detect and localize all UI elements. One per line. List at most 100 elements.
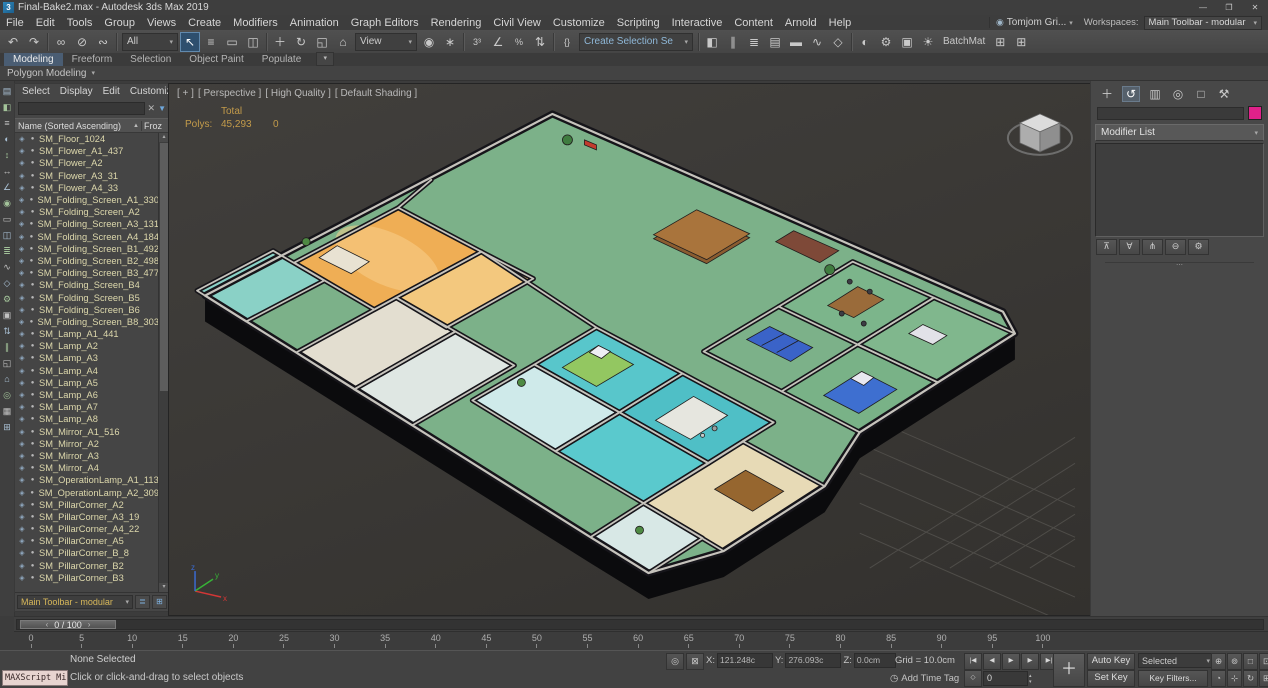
scene-object-row[interactable]: ◈ ● SM_Folding_Screen_B5 <box>15 291 159 303</box>
menu-item[interactable]: Help <box>823 17 858 29</box>
visibility-dot-icon[interactable]: ● <box>28 319 34 325</box>
set-key-button[interactable]: Set Key <box>1087 670 1135 687</box>
display-tab-icon[interactable]: □ <box>1193 87 1209 101</box>
scene-object-row[interactable]: ◈ ● SM_Flower_A1_437 <box>15 145 159 157</box>
utilities-tab-icon[interactable]: ⚒ <box>1216 87 1232 101</box>
visibility-dot-icon[interactable]: ● <box>29 429 36 435</box>
rectangular-selection-icon[interactable]: ▭ <box>222 32 242 52</box>
scene-object-row[interactable]: ◈ ● SM_PillarCorner_A2 <box>15 499 159 511</box>
key-mode-toggle-button[interactable]: ◇ <box>964 670 982 687</box>
next-frame-button[interactable]: ▶ <box>1021 653 1039 670</box>
isolate-selection-toggle[interactable]: ◎ <box>666 653 684 670</box>
user-account-menu[interactable]: ◉ Tomjom Gri... ▾ <box>989 17 1079 28</box>
visibility-dot-icon[interactable]: ● <box>29 441 36 447</box>
scene-object-row[interactable]: ◈ ● SM_PillarCorner_A5 <box>15 535 159 547</box>
named-selection-set-dropdown[interactable]: Create Selection Se ▾ <box>579 33 693 51</box>
toggle-layer-explorer-icon[interactable]: ▤ <box>765 32 785 52</box>
maximize-button[interactable]: ❐ <box>1216 1 1242 15</box>
scene-object-row[interactable]: ◈ ● SM_Flower_A3_31 <box>15 170 159 182</box>
dock-tool-icon[interactable]: ↕ <box>2 150 13 161</box>
unlink-selection-icon[interactable]: ⊘ <box>72 32 92 52</box>
visibility-dot-icon[interactable]: ● <box>29 307 36 313</box>
material-editor-icon[interactable]: ◐ <box>855 32 875 52</box>
maximize-viewport-toggle-icon[interactable]: ⊞ <box>1259 670 1268 687</box>
visibility-dot-icon[interactable]: ● <box>29 343 36 349</box>
close-button[interactable]: ✕ <box>1242 1 1268 15</box>
dock-tool-icon[interactable]: ⊞ <box>2 422 13 433</box>
explorer-workspace-dropdown[interactable]: Main Toolbar - modular ▾ <box>17 595 133 609</box>
auto-key-button[interactable]: Auto Key <box>1087 653 1135 670</box>
dock-tool-icon[interactable]: ▭ <box>2 214 13 225</box>
window-crossing-icon[interactable]: ◫ <box>243 32 263 52</box>
angle-snap-icon[interactable]: ∠ <box>488 32 508 52</box>
menu-item[interactable]: Edit <box>30 17 61 29</box>
menu-item[interactable]: Rendering <box>425 17 488 29</box>
visibility-dot-icon[interactable]: ● <box>29 282 36 288</box>
select-by-name-icon[interactable]: ≡ <box>201 32 221 52</box>
ribbon-collapse-icon[interactable]: ▾ <box>316 52 334 66</box>
scene-object-row[interactable]: ◈ ● SM_PillarCorner_A4_22 <box>15 523 159 535</box>
scene-object-row[interactable]: ◈ ● SM_Lamp_A5 <box>15 377 159 389</box>
scene-object-row[interactable]: ◈ ● SM_Flower_A2 <box>15 157 159 169</box>
time-slider[interactable]: ‹ 0 / 100 › <box>14 616 1268 632</box>
visibility-dot-icon[interactable]: ● <box>29 563 36 569</box>
menu-item[interactable]: Views <box>141 17 182 29</box>
scene-object-row[interactable]: ◈ ● SM_PillarCorner_B2 <box>15 560 159 572</box>
hierarchy-tab-icon[interactable]: ▥ <box>1147 87 1163 101</box>
key-filter-set-dropdown[interactable]: Selected ▾ <box>1138 653 1214 668</box>
menu-item[interactable]: Animation <box>284 17 345 29</box>
zoom-all-icon[interactable]: ⊚ <box>1227 653 1242 670</box>
current-frame-field[interactable]: 0 <box>983 671 1028 686</box>
scene-object-row[interactable]: ◈ ● SM_Lamp_A8 <box>15 413 159 425</box>
make-unique-icon[interactable]: ⋔ <box>1142 239 1163 255</box>
dock-tool-icon[interactable]: ◫ <box>2 230 13 241</box>
selection-lock-toggle[interactable]: ⊠ <box>686 653 704 670</box>
motion-tab-icon[interactable]: ◎ <box>1170 87 1186 101</box>
scene-object-row[interactable]: ◈ ● SM_PillarCorner_B_8 <box>15 547 159 559</box>
scene-object-row[interactable]: ◈ ● SM_Folding_Screen_A2 <box>15 206 159 218</box>
reference-coordinate-dropdown[interactable]: View ▾ <box>355 33 417 51</box>
visibility-dot-icon[interactable]: ● <box>29 465 36 471</box>
previous-frame-nub-icon[interactable]: ‹ <box>46 620 49 629</box>
viewport-label[interactable]: [ High Quality ] <box>265 88 331 99</box>
hospital-floorplan-model[interactable] <box>197 114 1015 599</box>
visibility-dot-icon[interactable]: ● <box>29 550 36 556</box>
select-and-rotate-icon[interactable]: ↻ <box>291 32 311 52</box>
dock-tool-icon[interactable]: ≣ <box>2 246 13 257</box>
scene-object-row[interactable]: ◈ ● SM_Lamp_A6 <box>15 389 159 401</box>
snaps-toggle-icon[interactable]: 3³ <box>467 32 487 52</box>
select-and-link-icon[interactable]: ∞ <box>51 32 71 52</box>
scene-object-row[interactable]: ◈ ● SM_Folding_Screen_B6 <box>15 304 159 316</box>
dock-tool-icon[interactable]: ∿ <box>2 262 13 273</box>
rendered-frame-window-icon[interactable]: ▣ <box>897 32 917 52</box>
scene-object-row[interactable]: ◈ ● SM_Floor_1024 <box>15 133 159 145</box>
set-keys-button[interactable]: ＋ <box>1053 653 1085 687</box>
menu-item[interactable]: Content <box>728 17 779 29</box>
y-coordinate-field[interactable]: 276.093c <box>785 653 841 668</box>
viewport-label[interactable]: [ + ] <box>177 88 194 99</box>
previous-frame-button[interactable]: ◀ <box>983 653 1001 670</box>
batchmat-button[interactable]: BatchMat <box>938 36 990 47</box>
ribbon-tab[interactable]: Selection <box>121 53 180 66</box>
key-filters-button[interactable]: Key Filters... <box>1138 670 1208 687</box>
scene-object-row[interactable]: ◈ ● SM_Folding_Screen_A4_184 <box>15 231 159 243</box>
mirror-icon[interactable]: ◧ <box>702 32 722 52</box>
visibility-dot-icon[interactable]: ● <box>29 526 36 532</box>
dock-tool-icon[interactable]: ◧ <box>2 102 13 113</box>
field-of-view-icon[interactable]: ◔ <box>1211 670 1226 687</box>
visibility-dot-icon[interactable]: ● <box>29 453 36 459</box>
ribbon-tab[interactable]: Modeling <box>4 53 63 66</box>
visibility-dot-icon[interactable]: ● <box>29 148 36 154</box>
scene-object-row[interactable]: ◈ ● SM_Mirror_A4 <box>15 462 159 474</box>
scene-object-row[interactable]: ◈ ● SM_Folding_Screen_B4 <box>15 279 159 291</box>
dock-tool-icon[interactable]: ◇ <box>2 278 13 289</box>
menu-item[interactable]: Arnold <box>779 17 823 29</box>
scene-explorer-menu-item[interactable]: Select <box>17 86 55 97</box>
scene-explorer-menu-item[interactable]: Edit <box>98 86 125 97</box>
visibility-dot-icon[interactable]: ● <box>28 246 34 252</box>
ribbon-tab[interactable]: Freeform <box>63 53 122 66</box>
dock-tool-icon[interactable]: ⚙ <box>2 294 13 305</box>
visibility-dot-icon[interactable]: ● <box>29 404 36 410</box>
visibility-dot-icon[interactable]: ● <box>28 258 34 264</box>
clear-search-icon[interactable]: ✕ <box>148 103 156 114</box>
